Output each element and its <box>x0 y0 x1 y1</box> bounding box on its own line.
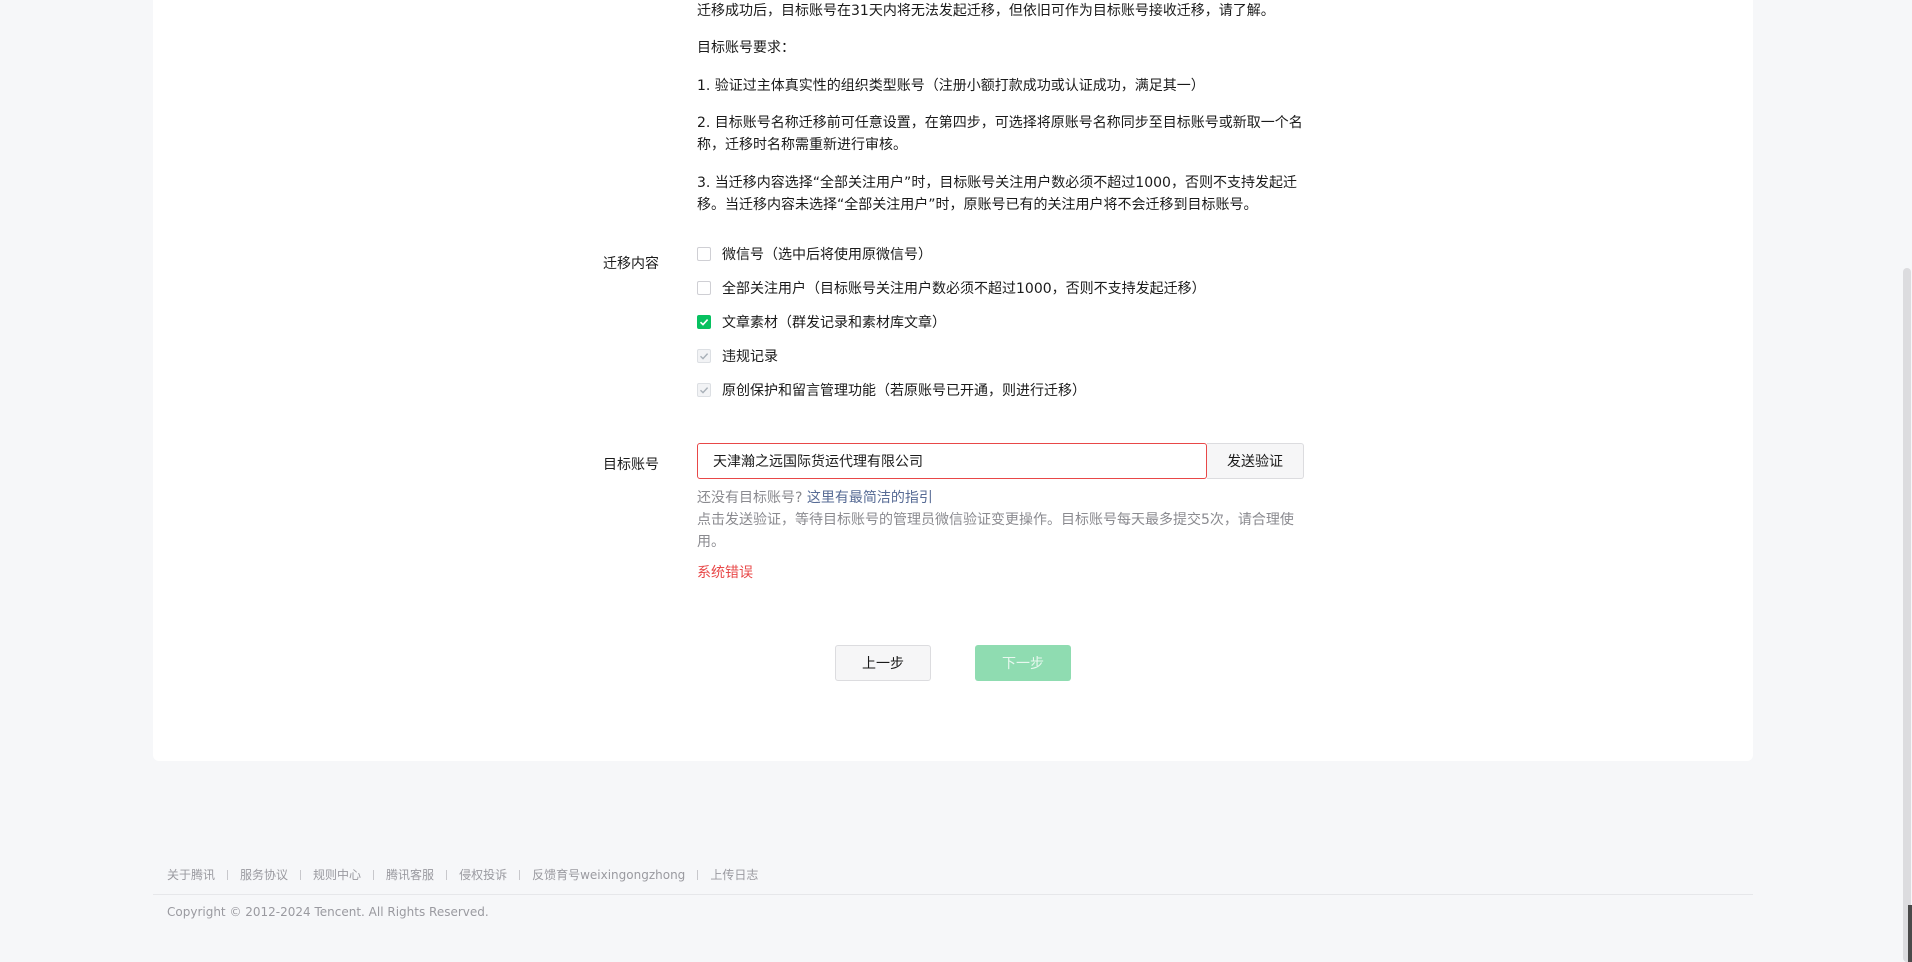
checkbox-disabled-checked-icon <box>697 383 711 397</box>
footer-link-infringement[interactable]: 侵权投诉 <box>459 866 507 883</box>
separator <box>300 869 302 880</box>
requirement-1: 1. 验证过主体真实性的组织类型账号（注册小额打款成功或认证成功，满足其一） <box>697 78 1205 94</box>
option-wechat-id[interactable]: 微信号（选中后将使用原微信号） <box>697 243 932 265</box>
separator <box>227 869 229 880</box>
option-label: 文章素材（群发记录和素材库文章） <box>722 315 946 331</box>
prev-step-button[interactable]: 上一步 <box>835 645 931 681</box>
copyright: Copyright © 2012-2024 Tencent. All Right… <box>167 905 489 919</box>
no-account-text: 还没有目标账号? <box>697 490 803 506</box>
no-account-hint: 还没有目标账号? 这里有最简洁的指引 <box>697 487 1307 509</box>
target-account-input-wrap <box>697 443 1207 479</box>
next-step-button[interactable]: 下一步 <box>975 645 1071 681</box>
option-all-followers[interactable]: 全部关注用户（目标账号关注用户数必须不超过1000，否则不支持发起迁移） <box>697 277 1206 299</box>
footer-link-support[interactable]: 腾讯客服 <box>386 866 434 883</box>
scrollbar-edge <box>1908 905 1912 962</box>
separator <box>697 869 699 880</box>
separator <box>519 869 521 880</box>
guide-link[interactable]: 这里有最简洁的指引 <box>807 490 933 506</box>
option-label: 原创保护和留言管理功能（若原账号已开通，则进行迁移） <box>722 383 1086 399</box>
page: 迁移成功后，目标账号在31天内将无法发起迁移，但依旧可作为目标账号接收迁移，请了… <box>0 0 1912 962</box>
option-label: 违规记录 <box>722 349 778 365</box>
checkbox-unchecked-icon[interactable] <box>697 281 711 295</box>
option-label: 全部关注用户（目标账号关注用户数必须不超过1000，否则不支持发起迁移） <box>722 281 1206 297</box>
footer-links: 关于腾讯 服务协议 规则中心 腾讯客服 侵权投诉 反馈育号weixingongz… <box>167 866 758 883</box>
footer-link-agreement[interactable]: 服务协议 <box>240 866 288 883</box>
requirements-title: 目标账号要求： <box>697 40 795 56</box>
footer-link-about[interactable]: 关于腾讯 <box>167 866 215 883</box>
migration-note: 迁移成功后，目标账号在31天内将无法发起迁移，但依旧可作为目标账号接收迁移，请了… <box>697 3 1275 19</box>
option-label: 微信号（选中后将使用原微信号） <box>722 247 932 263</box>
target-account-label: 目标账号 <box>603 457 659 473</box>
separator <box>373 869 375 880</box>
scrollbar-thumb[interactable] <box>1903 268 1911 962</box>
checkbox-checked-icon[interactable] <box>697 315 711 329</box>
requirement-3: 3. 当迁移内容选择“全部关注用户”时，目标账号关注用户数必须不超过1000，否… <box>697 175 1297 213</box>
option-original-protection: 原创保护和留言管理功能（若原账号已开通，则进行迁移） <box>697 379 1086 401</box>
send-verify-button[interactable]: 发送验证 <box>1207 443 1304 479</box>
error-message: 系统错误 <box>697 565 753 581</box>
verify-hint: 点击发送验证，等待目标账号的管理员微信验证变更操作。目标账号每天最多提交5次，请… <box>697 512 1294 550</box>
checkbox-unchecked-icon[interactable] <box>697 247 711 261</box>
footer-link-rules[interactable]: 规则中心 <box>313 866 361 883</box>
footer-link-feedback[interactable]: 反馈育号weixingongzhong <box>532 866 685 883</box>
checkbox-disabled-checked-icon <box>697 349 711 363</box>
option-violation-records: 违规记录 <box>697 345 778 367</box>
footer-divider <box>153 894 1753 895</box>
separator <box>446 869 448 880</box>
requirement-2: 2. 目标账号名称迁移前可任意设置，在第四步，可选择将原账号名称同步至目标账号或… <box>697 115 1303 153</box>
migrate-content-label: 迁移内容 <box>603 256 659 272</box>
option-article-materials[interactable]: 文章素材（群发记录和素材库文章） <box>697 311 946 333</box>
footer-link-upload-log[interactable]: 上传日志 <box>710 866 758 883</box>
target-account-input[interactable] <box>698 444 1206 478</box>
